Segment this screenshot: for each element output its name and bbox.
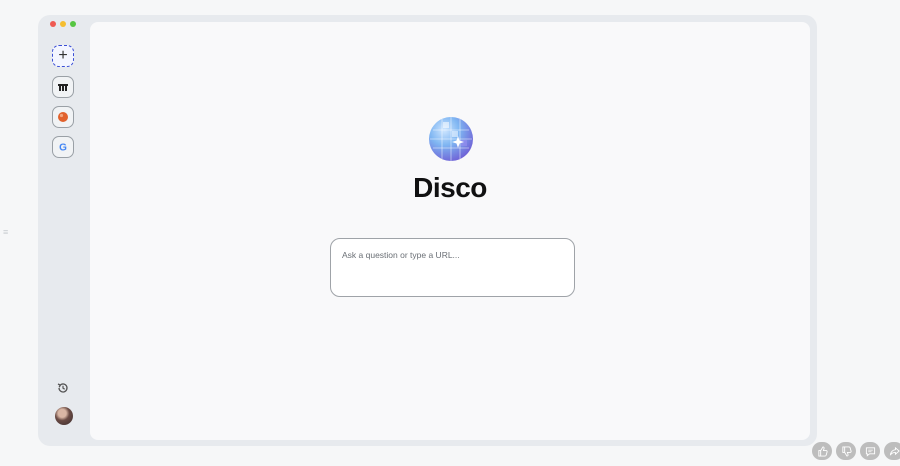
orange-favicon-icon (58, 112, 68, 122)
sidebar-tab-1[interactable] (52, 76, 74, 98)
brand-title: Disco (413, 172, 487, 203)
maximize-window-button[interactable] (70, 21, 76, 27)
sidebar-tab-2[interactable] (52, 106, 74, 128)
comment-icon (865, 446, 875, 457)
thumbs-up-button[interactable] (812, 442, 832, 460)
window-controls (50, 21, 76, 27)
close-window-button[interactable] (50, 21, 56, 27)
disco-ball-logo-icon (429, 117, 473, 161)
sidebar-tab-3[interactable]: G (52, 136, 74, 158)
history-button[interactable] (56, 381, 70, 395)
thumbs-up-icon (817, 445, 828, 457)
thumbs-down-icon (841, 445, 852, 457)
ask-input-placeholder: Ask a question or type a URL... (342, 250, 460, 260)
share-arrow-icon (889, 446, 900, 455)
user-avatar[interactable] (55, 407, 73, 425)
feedback-toolbar (812, 442, 900, 460)
new-tab-button[interactable]: + (52, 45, 74, 67)
comment-button[interactable] (860, 442, 880, 460)
plus-icon: + (58, 47, 68, 64)
history-icon (57, 383, 68, 393)
bar-chart-favicon-icon (58, 84, 68, 91)
minimize-window-button[interactable] (60, 21, 66, 27)
ask-input[interactable]: Ask a question or type a URL... (330, 238, 575, 297)
svg-text:G: G (59, 143, 67, 154)
browser-window: + G Disco Ask a question or type a URL..… (38, 15, 817, 446)
thumbs-down-button[interactable] (836, 442, 856, 460)
google-favicon-icon: G (59, 143, 67, 154)
share-button[interactable] (884, 442, 900, 460)
main-content: Disco Ask a question or type a URL... (90, 22, 810, 440)
side-handle-icon[interactable]: ≡ (3, 226, 11, 238)
